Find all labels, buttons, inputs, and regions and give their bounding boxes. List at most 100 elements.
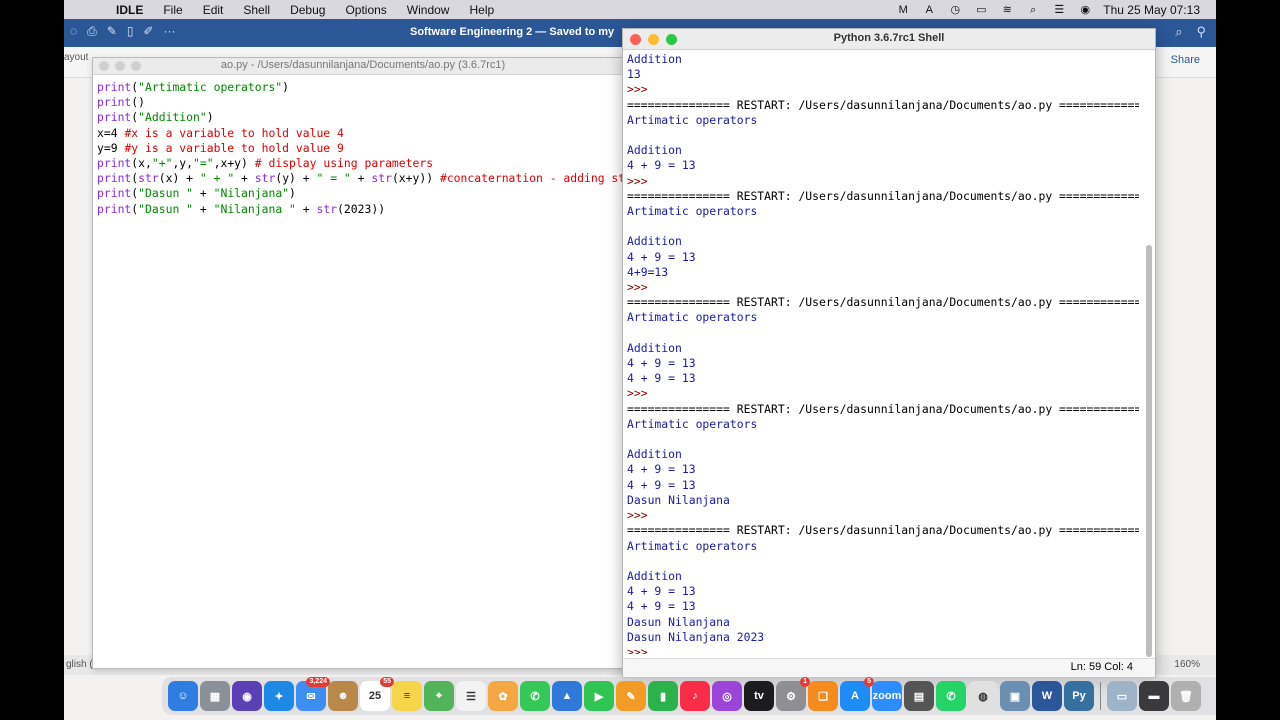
code-line-5[interactable]: y=9 #y is a variable to hold value 9	[97, 141, 633, 156]
facetime-icon[interactable]: ▶	[584, 681, 614, 711]
document-icon[interactable]: ▯	[127, 24, 134, 39]
dock: ☺ ▦ ◉ ✦ ✉ 3,224 ☻ 25 55 ≡ ⌖ ☰ ✿ ✆ ▲ ▶ ✎ ▮ ♪ ◎ tv ⚙ 1 ❑ A 5 zoom ▤ ✆ ◍…	[162, 677, 1216, 715]
zoom-level[interactable]: 160%	[1174, 659, 1200, 670]
maps-icon[interactable]: ⌖	[424, 681, 454, 711]
books-glyph: ❑	[818, 690, 828, 703]
tracked-changes-icon[interactable]: ✐	[143, 24, 153, 39]
language-indicator[interactable]: glish (	[66, 659, 93, 670]
finder-icon[interactable]: ☺	[168, 681, 198, 711]
pages-icon[interactable]: ✎	[616, 681, 646, 711]
shell-output[interactable]: Addition 13 >>> =============== RESTART: /…	[627, 52, 1139, 654]
menu-shell[interactable]: Shell	[243, 3, 270, 17]
calendar-icon[interactable]: 25 55	[360, 677, 394, 711]
word-document-title: Software Engineering 2 — Saved to my	[410, 26, 615, 38]
preview-glyph: ▣	[1009, 690, 1021, 703]
shell-window: Python 3.6.7rc1 Shell Addition 13 >>> ====…	[622, 28, 1156, 678]
notes-icon[interactable]: ≡	[392, 681, 422, 711]
trash-icon[interactable]: 🗑	[1171, 681, 1201, 711]
gmail-status-icon[interactable]: M	[895, 4, 911, 16]
appstore-icon[interactable]: A5	[840, 677, 874, 711]
edit-icon[interactable]: ✎	[107, 24, 117, 39]
menu-debug[interactable]: Debug	[290, 3, 325, 17]
menu-file[interactable]: File	[163, 3, 182, 17]
code-line-3[interactable]: print("Addition")	[97, 110, 633, 125]
finder-glyph: ☺	[177, 690, 189, 702]
siri-icon[interactable]: ◉	[232, 681, 262, 711]
control-center-icon[interactable]: ☰	[1051, 4, 1067, 16]
contacts-icon[interactable]: ☻	[328, 681, 358, 711]
account-icon[interactable]: ⚲	[1196, 24, 1206, 40]
preview-icon[interactable]: ▣	[1000, 681, 1030, 711]
code-line-4[interactable]: x=4 #x is a variable to hold value 4	[97, 126, 633, 141]
messages-glyph: ✆	[530, 690, 540, 703]
podcasts-icon[interactable]: ◎	[712, 681, 742, 711]
output-line: Dasun Nilanjana	[627, 614, 730, 629]
menu-window[interactable]: Window	[407, 3, 450, 17]
python-icon[interactable]: Py	[1064, 681, 1094, 711]
output-line: Addition	[627, 340, 682, 355]
appletv-icon[interactable]: tv	[744, 681, 774, 711]
contacts-glyph: ☻	[337, 690, 349, 702]
siri-status-icon[interactable]: ◉	[1077, 4, 1093, 16]
code-line-2[interactable]: print()	[97, 95, 633, 110]
ribbon-tab-fragment[interactable]: ayout	[64, 52, 88, 63]
time-machine-icon[interactable]: ◷	[947, 4, 963, 16]
word-icon[interactable]: W	[1032, 681, 1062, 711]
whatsapp-glyph: ✆	[946, 690, 956, 703]
zoom-icon[interactable]: zoom	[872, 681, 902, 711]
downloads-glyph: ▬	[1148, 690, 1160, 702]
restart-line: =============== RESTART: /Users/dasunnil…	[627, 523, 1139, 538]
keynote-icon[interactable]: ▲	[552, 681, 582, 711]
whatsapp-icon[interactable]: ✆	[936, 681, 966, 711]
shell-title-bar[interactable]: Python 3.6.7rc1 Shell	[623, 29, 1155, 50]
scrollbar-thumb[interactable]	[1146, 245, 1152, 657]
autosave-icon[interactable]: ◌	[70, 24, 77, 39]
more-icon[interactable]: ···	[163, 24, 175, 39]
output-line: Addition	[627, 234, 682, 249]
launchpad-glyph: ▦	[209, 690, 221, 703]
menu-help[interactable]: Help	[469, 3, 494, 17]
search-icon[interactable]: ⌕	[1175, 24, 1182, 40]
code-line-9[interactable]: print("Dasun " + "Nilanjana " + str(2023…	[97, 202, 633, 217]
menu-clock[interactable]: Thu 25 May 07:13	[1103, 3, 1200, 17]
chrome-icon[interactable]: ◍	[968, 681, 998, 711]
restart-line: =============== RESTART: /Users/dasunnil…	[627, 295, 1139, 310]
menu-edit[interactable]: Edit	[203, 3, 224, 17]
numbers-icon[interactable]: ▮	[648, 681, 678, 711]
reminders-icon[interactable]: ☰	[456, 681, 486, 711]
calculator-icon[interactable]: ▤	[904, 681, 934, 711]
wifi-icon[interactable]: ≋	[999, 4, 1015, 16]
print-icon[interactable]: ⎙	[87, 24, 97, 39]
battery-icon[interactable]: ▭	[973, 4, 989, 16]
screenshot-icon[interactable]: ▭	[1107, 681, 1137, 711]
python-glyph: Py	[1072, 690, 1086, 702]
code-editor[interactable]: print("Artimatic operators") print() print…	[93, 75, 659, 217]
code-line-7[interactable]: print(str(x) + " + " + str(y) + " = " + …	[97, 171, 659, 186]
calculator-glyph: ▤	[913, 690, 925, 703]
input-source-icon[interactable]: A	[921, 4, 937, 16]
output-line: 4 + 9 = 13	[627, 599, 696, 614]
output-line: 4 + 9 = 13	[627, 371, 696, 386]
safari-icon[interactable]: ✦	[264, 681, 294, 711]
system-preferences-icon[interactable]: ⚙ 1	[776, 677, 810, 711]
maps-glyph: ⌖	[435, 689, 443, 702]
shell-status-bar: Ln: 59 Col: 4	[623, 658, 1155, 677]
word-quick-access: ◌ ⎙ ✎ ▯ ✐ ···	[70, 24, 175, 39]
downloads-icon[interactable]: ▬	[1139, 681, 1169, 711]
code-line-8[interactable]: print("Dasun " + "Nilanjana")	[97, 186, 633, 201]
code-line-6[interactable]: print(x,"+",y,"=",x+y) # display using p…	[97, 156, 633, 171]
menu-app-name[interactable]: IDLE	[116, 3, 143, 17]
books-icon[interactable]: ❑	[808, 681, 838, 711]
music-icon[interactable]: ♪	[680, 681, 710, 711]
code-line-1[interactable]: print("Artimatic operators")	[97, 80, 633, 95]
share-button[interactable]: Share	[1171, 54, 1200, 66]
shell-scrollbar[interactable]	[1145, 53, 1153, 657]
spotlight-search-icon[interactable]: ⌕	[1025, 4, 1041, 16]
photos-icon[interactable]: ✿	[488, 681, 518, 711]
messages-icon[interactable]: ✆	[520, 681, 550, 711]
launchpad-icon[interactable]: ▦	[200, 681, 230, 711]
editor-title-bar[interactable]: ao.py - /Users/dasunnilanjana/Documents/…	[93, 58, 633, 75]
menu-options[interactable]: Options	[345, 3, 386, 17]
mail-icon[interactable]: ✉ 3,224	[296, 677, 330, 711]
